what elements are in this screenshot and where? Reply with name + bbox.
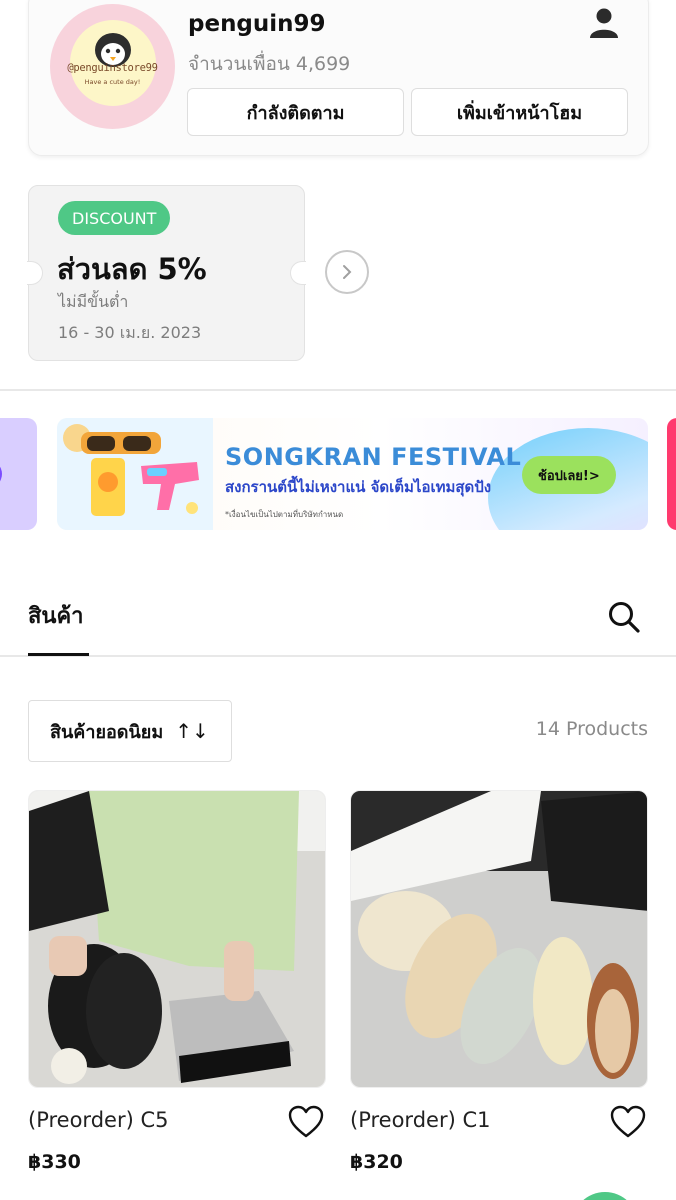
- active-tab-indicator: [28, 653, 89, 656]
- discount-badge: DISCOUNT: [58, 201, 171, 235]
- discount-coupon[interactable]: DISCOUNT ส่วนลด 5% ไม่มีขั้นต่ำ 16 - 30 …: [27, 185, 306, 361]
- banner-title: SONGKRAN FESTIVAL: [225, 443, 522, 471]
- shop-username: penguin99: [188, 11, 326, 37]
- banner-next-slide[interactable]: [667, 418, 676, 530]
- product-count: 14 Products: [535, 718, 648, 740]
- coupon-notch: [290, 261, 306, 285]
- heart-icon[interactable]: [610, 1105, 646, 1139]
- friends-number: 4,699: [295, 53, 351, 75]
- product-card[interactable]: (Preorder) C5 ฿330: [28, 790, 326, 1173]
- songkran-banner[interactable]: SONGKRAN FESTIVAL สงกรานต์นี้ไม่เหงาแน่ …: [57, 418, 648, 530]
- friends-count: จำนวนเพื่อน 4,699: [188, 49, 350, 79]
- avatar-tagline: Have a cute day!: [84, 78, 141, 86]
- add-to-home-button[interactable]: เพิ่มเข้าหน้าโฮม: [411, 88, 628, 136]
- tab-divider: [0, 655, 676, 657]
- tab-products[interactable]: สินค้า: [28, 598, 84, 633]
- avatar-handle: @penguinstore99: [67, 62, 158, 74]
- product-image[interactable]: [28, 790, 326, 1088]
- banner-subtitle: สงกรานต์นี้ไม่เหงาแน่ จัดเต็มไอเทมสุดปัง: [225, 478, 492, 496]
- chevron-right-icon[interactable]: [325, 250, 369, 294]
- coupon-condition: ไม่มีขั้นต่ำ: [58, 292, 129, 311]
- floating-chat-button[interactable]: [572, 1192, 638, 1200]
- coupon-date-range: 16 - 30 เม.ย. 2023: [58, 323, 202, 342]
- following-button[interactable]: กำลังติดตาม: [187, 88, 404, 136]
- banner-prev-slide[interactable]: [0, 418, 37, 530]
- avatar[interactable]: @penguinstore99 Have a cute day!: [50, 4, 175, 129]
- banner-note: *เงื่อนไขเป็นไปตามที่บริษัทกำหนด: [225, 510, 344, 519]
- shop-profile-card: @penguinstore99 Have a cute day! penguin…: [28, 0, 649, 156]
- product-card[interactable]: (Preorder) C1 ฿320: [350, 790, 648, 1173]
- section-divider: [0, 389, 676, 391]
- shop-now-button[interactable]: ช้อปเลย!>: [522, 456, 616, 494]
- friends-label: จำนวนเพื่อน: [188, 53, 290, 75]
- banner-illustration: [57, 418, 213, 530]
- search-icon[interactable]: [607, 600, 641, 634]
- banner-prev-decoration: [0, 460, 2, 488]
- product-name[interactable]: (Preorder) C1: [350, 1108, 490, 1132]
- sort-dropdown[interactable]: สินค้ายอดนิยม ↑↓: [28, 700, 232, 762]
- coupon-notch: [27, 261, 43, 285]
- product-price: ฿320: [350, 1151, 403, 1173]
- sort-arrows-icon: ↑↓: [175, 719, 209, 743]
- heart-icon[interactable]: [288, 1105, 324, 1139]
- coupon-title: ส่วนลด 5%: [57, 252, 207, 286]
- user-icon[interactable]: [589, 7, 619, 39]
- product-name[interactable]: (Preorder) C5: [28, 1108, 168, 1132]
- product-price: ฿330: [28, 1151, 81, 1173]
- sort-label: สินค้ายอดนิยม: [50, 721, 164, 743]
- product-image[interactable]: [350, 790, 648, 1088]
